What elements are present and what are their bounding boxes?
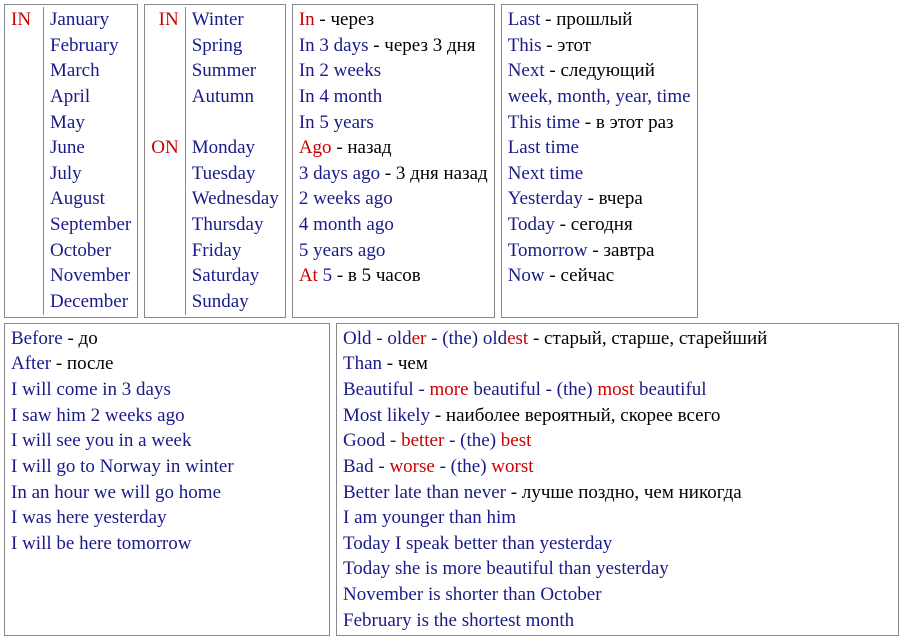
sentence: I will go to Norway in winter: [11, 454, 323, 480]
sentence: I will come in 3 days: [11, 377, 323, 403]
entry: Tomorrow - завтра: [508, 238, 691, 264]
entry: This - этот: [508, 33, 691, 59]
entry: week, month, year, time: [508, 84, 691, 110]
season: Summer: [192, 58, 279, 84]
months-list: January February March April May June Ju…: [44, 7, 131, 315]
day: Wednesday: [192, 186, 279, 212]
month: April: [50, 84, 131, 110]
month: July: [50, 161, 131, 187]
sentence: I am younger than him: [343, 505, 892, 531]
month: May: [50, 110, 131, 136]
entry: Ago - назад: [299, 135, 488, 161]
day: Thursday: [192, 212, 279, 238]
season: Spring: [192, 33, 279, 59]
entry: This time - в этот раз: [508, 110, 691, 136]
month: December: [50, 289, 131, 315]
entry: 3 days ago - 3 дня назад: [299, 161, 488, 187]
entry: In 2 weeks: [299, 58, 488, 84]
month: March: [50, 58, 131, 84]
entry: In - через: [299, 7, 488, 33]
day: Friday: [192, 238, 279, 264]
entry: Last time: [508, 135, 691, 161]
entry: 2 weeks ago: [299, 186, 488, 212]
entry: Beautiful - more beautiful - (the) most …: [343, 377, 892, 403]
box-seasons-days: IN ON Winter Spring Summer Autumn Monday…: [144, 4, 286, 318]
box-time-words: Last - прошлый This - этот Next - следую…: [501, 4, 698, 318]
entry: In 5 years: [299, 110, 488, 136]
box-in-ago: In - через In 3 days - через 3 дня In 2 …: [292, 4, 495, 318]
sentence: In an hour we will go home: [11, 480, 323, 506]
entry: Now - сейчас: [508, 263, 691, 289]
entry: At 5 - в 5 часов: [299, 263, 488, 289]
entry: Yesterday - вчера: [508, 186, 691, 212]
entry: Last - прошлый: [508, 7, 691, 33]
day: Saturday: [192, 263, 279, 289]
sentence: I will be here tomorrow: [11, 531, 323, 557]
season: Winter: [192, 7, 279, 33]
seasons-days-list: Winter Spring Summer Autumn Monday Tuesd…: [186, 7, 279, 315]
box-comparatives: Old - older - (the) oldest - старый, ста…: [336, 323, 899, 637]
month: January: [50, 7, 131, 33]
sentence: I saw him 2 weeks ago: [11, 403, 323, 429]
sentence: February is the shortest month: [343, 608, 892, 634]
month: September: [50, 212, 131, 238]
box-sentences: Before - до After - после I will come in…: [4, 323, 330, 637]
prep-col: IN ON: [151, 7, 185, 315]
entry: 5 years ago: [299, 238, 488, 264]
sentence: November is shorter than October: [343, 582, 892, 608]
month: February: [50, 33, 131, 59]
entry: After - после: [11, 351, 323, 377]
entry: Good - better - (the) best: [343, 428, 892, 454]
month: June: [50, 135, 131, 161]
entry: 4 month ago: [299, 212, 488, 238]
prep-in: IN: [151, 7, 178, 33]
prep-on: ON: [151, 135, 178, 161]
month: November: [50, 263, 131, 289]
top-row: IN January February March April May June…: [4, 4, 899, 318]
prep-in: IN: [11, 7, 44, 315]
entry: In 4 month: [299, 84, 488, 110]
entry: Next time: [508, 161, 691, 187]
entry: Today - сегодня: [508, 212, 691, 238]
entry: Old - older - (the) oldest - старый, ста…: [343, 326, 892, 352]
month: August: [50, 186, 131, 212]
season: Autumn: [192, 84, 279, 110]
entry: Most likely - наиболее вероятный, скорее…: [343, 403, 892, 429]
box-months: IN January February March April May June…: [4, 4, 138, 318]
entry: In 3 days - через 3 дня: [299, 33, 488, 59]
day: Tuesday: [192, 161, 279, 187]
entry: Next - следующий: [508, 58, 691, 84]
sentence: I was here yesterday: [11, 505, 323, 531]
bottom-row: Before - до After - после I will come in…: [4, 323, 899, 637]
entry: Before - до: [11, 326, 323, 352]
sentence: I will see you in a week: [11, 428, 323, 454]
entry: Than - чем: [343, 351, 892, 377]
entry: Better late than never - лучше поздно, ч…: [343, 480, 892, 506]
entry: Bad - worse - (the) worst: [343, 454, 892, 480]
sentence: Today I speak better than yesterday: [343, 531, 892, 557]
day: Monday: [192, 135, 279, 161]
month: October: [50, 238, 131, 264]
day: Sunday: [192, 289, 279, 315]
sentence: Today she is more beautiful than yesterd…: [343, 556, 892, 582]
